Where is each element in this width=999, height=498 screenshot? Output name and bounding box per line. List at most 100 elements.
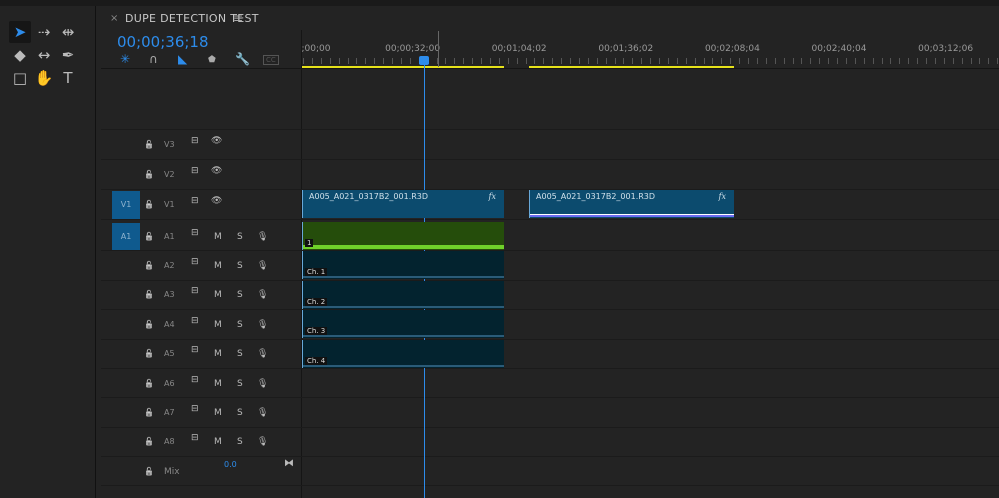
waveform	[303, 335, 504, 338]
voiceover-mic-icon[interactable]: 🎙	[257, 319, 268, 331]
sync-lock-icon[interactable]: ⊟	[191, 345, 199, 355]
fx-badge: fx	[718, 192, 726, 201]
sync-lock-icon[interactable]: ⊟	[191, 316, 199, 326]
lock-icon[interactable]: 🔓	[144, 319, 154, 331]
voiceover-mic-icon[interactable]: 🎙	[257, 231, 268, 243]
lock-icon[interactable]: 🔓	[144, 466, 154, 478]
source-patch-A1[interactable]: A1	[112, 223, 140, 251]
playhead-handle[interactable]	[419, 56, 429, 65]
audio-clip[interactable]: 1	[302, 222, 504, 250]
snap-icon[interactable]: ✳	[120, 52, 130, 66]
clip-name: A005_A021_0317B2_001.R3D	[536, 192, 656, 201]
panel-menu-icon[interactable]: ≡	[233, 11, 243, 25]
video-clip[interactable]: A005_A021_0317B2_001.R3D fx	[302, 190, 504, 218]
solo-button[interactable]: S	[237, 348, 243, 360]
lock-icon[interactable]: 🔓	[144, 348, 154, 360]
mute-button[interactable]: M	[214, 260, 222, 272]
mute-button[interactable]: M	[214, 289, 222, 301]
eye-icon[interactable]: 👁	[211, 136, 222, 146]
voiceover-mic-icon[interactable]: 🎙	[257, 289, 268, 301]
tool-selection-icon[interactable]: ➤	[9, 21, 31, 43]
lock-icon[interactable]: 🔓	[144, 139, 154, 151]
lock-icon[interactable]: 🔓	[144, 378, 154, 390]
ruler-tick	[605, 58, 607, 64]
linked-selection-icon[interactable]: ∩	[149, 52, 158, 66]
solo-button[interactable]: S	[237, 231, 243, 243]
audio-clip[interactable]: Ch. 4	[302, 339, 504, 368]
tool-ripple-edit-icon[interactable]: ⇹	[57, 21, 79, 43]
add-marker-icon[interactable]: ⬟	[208, 55, 216, 65]
tool-type-icon[interactable]: T	[57, 67, 79, 89]
tool-razor-icon[interactable]: ◆	[9, 44, 31, 66]
audio-clip[interactable]: Ch. 3	[302, 310, 504, 339]
mute-button[interactable]: M	[214, 348, 222, 360]
lock-icon[interactable]: 🔓	[144, 199, 154, 211]
sync-lock-icon[interactable]: ⊟	[191, 196, 199, 206]
lock-icon[interactable]: 🔓	[144, 231, 154, 243]
tool-track-select-icon[interactable]: ⇢	[33, 21, 55, 43]
lock-icon[interactable]: 🔓	[144, 260, 154, 272]
ruler-tick	[819, 58, 821, 64]
render-bar	[302, 66, 504, 68]
waveform	[303, 245, 504, 249]
close-icon[interactable]: ×	[110, 13, 118, 24]
lock-icon[interactable]: 🔓	[144, 289, 154, 301]
eye-icon[interactable]: 👁	[211, 196, 222, 206]
ruler-label: 00;02;40;04	[811, 44, 867, 54]
solo-button[interactable]: S	[237, 260, 243, 272]
mute-button[interactable]: M	[214, 436, 222, 448]
waveform	[303, 364, 504, 367]
lock-icon[interactable]: 🔓	[144, 169, 154, 181]
audio-clip[interactable]: Ch. 1	[302, 251, 504, 280]
tool-rectangle-icon[interactable]: □	[9, 67, 31, 89]
tool-pen-icon[interactable]: ✒	[57, 44, 79, 66]
mute-button[interactable]: M	[214, 319, 222, 331]
solo-button[interactable]: S	[237, 289, 243, 301]
ruler-tick	[623, 58, 625, 64]
tool-hand-icon[interactable]: ✋	[33, 67, 55, 89]
solo-button[interactable]: S	[237, 436, 243, 448]
ruler-tick	[783, 58, 785, 64]
captions-icon[interactable]: CC	[263, 55, 279, 65]
mute-button[interactable]: M	[214, 407, 222, 419]
video-clip[interactable]: A005_A021_0317B2_001.R3D fx	[529, 190, 734, 218]
audio-clip[interactable]: Ch. 2	[302, 280, 504, 309]
voiceover-mic-icon[interactable]: 🎙	[257, 407, 268, 419]
audio-track-A3: 🔓 A3 ⊟ M S 🎙	[101, 280, 999, 311]
solo-button[interactable]: S	[237, 378, 243, 390]
ruler-tick	[543, 58, 545, 64]
mute-button[interactable]: M	[214, 378, 222, 390]
sync-lock-icon[interactable]: ⊟	[191, 375, 199, 385]
sync-lock-icon[interactable]: ⊟	[191, 228, 199, 238]
source-patch-V1[interactable]: V1	[112, 191, 140, 219]
track-header: 🔓 Mix 0.0 ⧓	[101, 457, 302, 485]
lock-icon[interactable]: 🔓	[144, 436, 154, 448]
voiceover-mic-icon[interactable]: 🎙	[257, 348, 268, 360]
mix-volume-value[interactable]: 0.0	[224, 460, 237, 469]
settings-wrench-icon[interactable]: 🔧	[235, 52, 250, 66]
ruler-tick	[498, 58, 500, 64]
eye-icon[interactable]: 👁	[211, 166, 222, 176]
sync-lock-icon[interactable]: ⊟	[191, 166, 199, 176]
solo-button[interactable]: S	[237, 319, 243, 331]
insert-overwrite-icon[interactable]: ◣	[178, 52, 187, 66]
sync-lock-icon[interactable]: ⊟	[191, 136, 199, 146]
mix-toggle-icon[interactable]: ⧓	[284, 458, 294, 469]
playhead-timecode[interactable]: 00;00;36;18	[117, 33, 209, 51]
sync-lock-icon[interactable]: ⊟	[191, 433, 199, 443]
voiceover-mic-icon[interactable]: 🎙	[257, 260, 268, 272]
sync-lock-icon[interactable]: ⊟	[191, 286, 199, 296]
sync-lock-icon[interactable]: ⊟	[191, 257, 199, 267]
audio-track-A7: 🔓 A7 ⊟ M S 🎙	[101, 398, 999, 428]
sync-lock-icon[interactable]: ⊟	[191, 404, 199, 414]
tool-slip-icon[interactable]: ↔	[33, 44, 55, 66]
mute-button[interactable]: M	[214, 231, 222, 243]
voiceover-mic-icon[interactable]: 🎙	[257, 378, 268, 390]
lock-icon[interactable]: 🔓	[144, 407, 154, 419]
time-ruler[interactable]: ;00;00 00;00;32;00 00;01;04;02 00;01;36;02 0…	[302, 30, 999, 70]
fx-badge: fx	[488, 192, 496, 201]
ruler-tick	[934, 58, 936, 64]
track-name: V3	[164, 140, 175, 149]
voiceover-mic-icon[interactable]: 🎙	[257, 436, 268, 448]
solo-button[interactable]: S	[237, 407, 243, 419]
